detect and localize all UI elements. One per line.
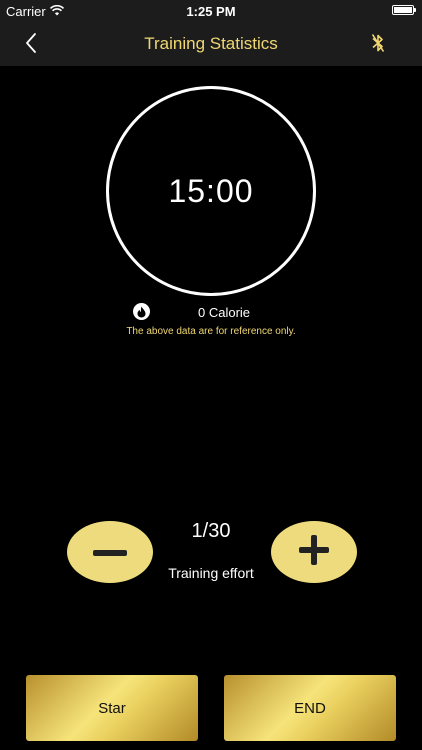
timer-ring: 15:00 [106, 86, 316, 296]
start-button[interactable]: Star [26, 675, 198, 741]
navigation-bar: Training Statistics [0, 24, 422, 66]
end-button[interactable]: END [224, 675, 396, 741]
bluetooth-button[interactable] [366, 33, 390, 57]
calorie-value: 0 Calorie [198, 305, 251, 320]
minus-icon [93, 543, 127, 561]
effort-count: 1/30 [191, 520, 231, 542]
increase-effort-button[interactable] [271, 521, 357, 583]
reference-disclaimer: The above data are for reference only. [126, 326, 296, 337]
calorie-row: 0 Calorie [0, 302, 422, 322]
flame-icon [133, 303, 150, 320]
timer-value: 15:00 [168, 172, 254, 209]
bluetooth-icon [371, 33, 385, 58]
battery-level-fill [394, 7, 412, 13]
battery-icon [392, 5, 416, 15]
status-time: 1:25 PM [186, 4, 236, 19]
effort-label: Training effort [168, 565, 254, 581]
page-title: Training Statistics [144, 34, 278, 53]
status-bar: Carrier 1:25 PM [0, 0, 422, 24]
plus-icon [299, 534, 329, 570]
